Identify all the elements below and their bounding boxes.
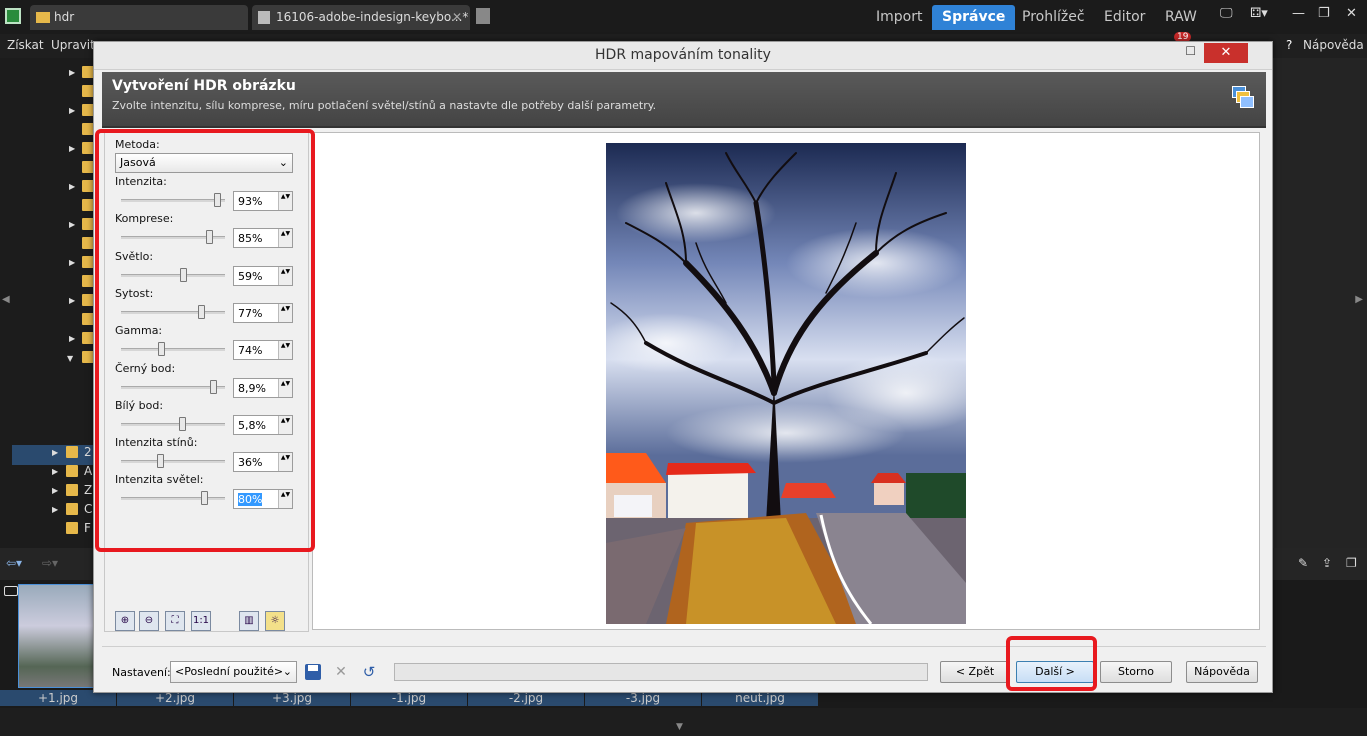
hdr-stack-icon: [1232, 86, 1254, 108]
status-bar: ▼: [0, 708, 1367, 736]
header-title: Vytvoření HDR obrázku: [112, 78, 296, 94]
tab-label: 16106-adobe-indesign-keybo...*: [276, 10, 469, 24]
progress-bar: [394, 663, 928, 681]
new-tab-icon[interactable]: [476, 8, 490, 24]
dialog-header: Vytvoření HDR obrázku Zvolte intenzitu, …: [102, 72, 1266, 128]
tree-item-label[interactable]: A: [84, 464, 92, 478]
menu-get[interactable]: Získat: [7, 38, 44, 52]
fit-to-window-icon[interactable]: ⛶: [165, 611, 185, 631]
forward-arrow-icon[interactable]: ⇨▾: [42, 556, 58, 570]
expand-arrow-icon[interactable]: ▶: [69, 182, 75, 191]
edit-icon[interactable]: ✎: [1298, 556, 1308, 570]
collapse-down-icon[interactable]: ▼: [676, 722, 683, 732]
mode-import[interactable]: Import: [866, 5, 932, 30]
tab-hdr[interactable]: hdr: [30, 5, 248, 30]
expand-arrow-icon[interactable]: ▶: [69, 106, 75, 115]
settings-menu-icon[interactable]: ⚃▾: [1250, 6, 1268, 21]
folder-tree: ▶ ▶ ▶ ▶ ▶ ▶ ▶ ▶ ▼ ▶ ▶ ▶ ▶ 2 A Z C F ◀: [0, 58, 100, 548]
back-button[interactable]: < Zpět: [940, 661, 1010, 683]
monitor-icon[interactable]: 🖵: [1220, 6, 1233, 21]
tree-item-label[interactable]: C: [84, 502, 92, 516]
minimize-icon[interactable]: —: [1292, 6, 1305, 21]
camera-icon: [4, 586, 18, 596]
mode-prohlizec[interactable]: Prohlížeč: [1012, 5, 1095, 30]
help-icon[interactable]: ?: [1286, 38, 1292, 52]
expand-arrow-icon[interactable]: ▶: [52, 505, 58, 514]
tab-document[interactable]: 16106-adobe-indesign-keybo...* ✕: [252, 5, 470, 30]
window-icon[interactable]: ❐: [1346, 556, 1357, 570]
preview-pane: [312, 132, 1260, 630]
histogram-icon[interactable]: ▥: [239, 611, 259, 631]
expand-panel-icon[interactable]: ▶: [1355, 294, 1363, 305]
expand-arrow-icon[interactable]: ▶: [69, 334, 75, 343]
chevron-down-icon: ⌄: [282, 665, 292, 678]
folder-icon[interactable]: [66, 503, 78, 515]
document-edit-icon: [258, 11, 270, 24]
zoom-in-icon[interactable]: ⊕: [115, 611, 135, 631]
folder-icon[interactable]: [66, 446, 78, 458]
expand-arrow-icon[interactable]: ▶: [52, 448, 58, 457]
cancel-button[interactable]: Storno: [1100, 661, 1172, 683]
mode-raw[interactable]: RAW: [1155, 5, 1207, 30]
settings-value: <Poslední použité>: [175, 665, 284, 678]
export-icon[interactable]: ⇪: [1322, 556, 1332, 570]
collapse-panel-icon[interactable]: ◀: [2, 294, 10, 305]
menu-edit[interactable]: Upravit: [51, 38, 95, 52]
highlight-frame: [1006, 636, 1097, 691]
save-preset-icon[interactable]: [302, 661, 324, 683]
tab-close-icon[interactable]: ✕: [452, 5, 462, 30]
folder-icon[interactable]: [66, 465, 78, 477]
folder-icon[interactable]: [66, 484, 78, 496]
back-arrow-icon[interactable]: ⇦▾: [6, 556, 22, 570]
restore-icon[interactable]: ❐: [1318, 6, 1330, 21]
expand-arrow-icon[interactable]: ▶: [69, 144, 75, 153]
zoom-out-icon[interactable]: ⊖: [139, 611, 159, 631]
folder-icon: [36, 12, 50, 23]
dialog-title: HDR mapováním tonality: [94, 42, 1272, 70]
reset-icon[interactable]: ↺: [358, 661, 380, 683]
tree-item-label[interactable]: F: [84, 521, 91, 535]
menu-help[interactable]: Nápověda: [1303, 38, 1364, 52]
right-panel: ▶: [1274, 58, 1367, 548]
tab-label: hdr: [54, 10, 75, 24]
expand-arrow-icon[interactable]: ▶: [69, 296, 75, 305]
tree-item-label[interactable]: 2: [84, 445, 92, 459]
help-button[interactable]: Nápověda: [1186, 661, 1258, 683]
tree-landscape-image: [596, 143, 986, 625]
maximize-icon[interactable]: ☐: [1185, 44, 1196, 58]
expand-arrow-icon[interactable]: ▶: [52, 486, 58, 495]
close-icon[interactable]: ✕: [1346, 6, 1357, 21]
expand-arrow-icon[interactable]: ▶: [52, 467, 58, 476]
header-subtitle: Zvolte intenzitu, sílu komprese, míru po…: [112, 99, 657, 112]
actual-size-icon[interactable]: 1:1: [191, 611, 211, 631]
highlight-frame: [95, 129, 315, 552]
tree-item-label[interactable]: Z: [84, 483, 92, 497]
hdr-preview-image: [596, 143, 986, 625]
expand-arrow-icon[interactable]: ▶: [69, 220, 75, 229]
mode-editor[interactable]: Editor: [1094, 5, 1155, 30]
thumbnail[interactable]: [18, 584, 100, 688]
settings-select[interactable]: <Poslední použité> ⌄: [170, 661, 297, 683]
sun-icon[interactable]: ☼: [265, 611, 285, 631]
settings-label: Nastavení:: [112, 666, 171, 679]
app-title-bar: hdr 16106-adobe-indesign-keybo...* ✕ Imp…: [0, 0, 1367, 34]
app-logo-icon: [5, 8, 21, 24]
expand-arrow-icon[interactable]: ▶: [69, 258, 75, 267]
folder-icon[interactable]: [66, 522, 78, 534]
collapse-arrow-icon[interactable]: ▼: [67, 354, 73, 363]
expand-arrow-icon[interactable]: ▶: [69, 68, 75, 77]
mode-spravce[interactable]: Správce: [932, 5, 1016, 30]
dialog-close-button[interactable]: ✕: [1204, 43, 1248, 63]
delete-preset-icon[interactable]: ✕: [330, 661, 352, 683]
